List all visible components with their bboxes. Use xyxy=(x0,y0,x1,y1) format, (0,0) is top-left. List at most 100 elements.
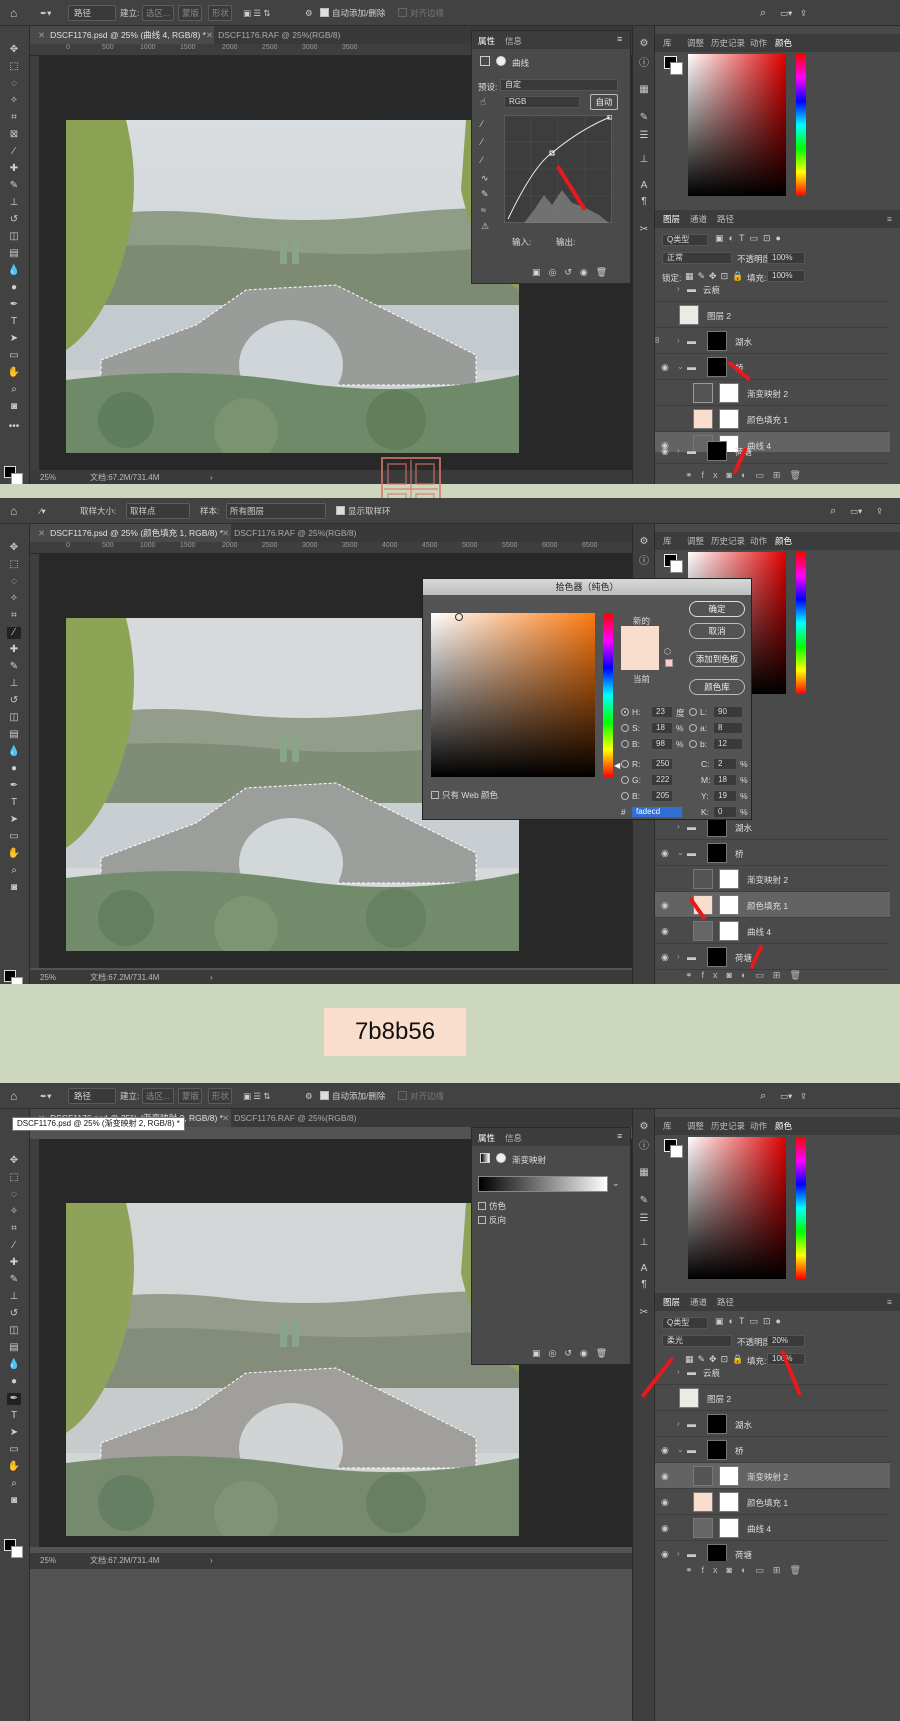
layer-row[interactable]: › ▬ 云痕 xyxy=(655,282,890,302)
blue-radio[interactable]: B: xyxy=(621,791,640,801)
close-icon[interactable]: ✕ xyxy=(222,1113,229,1123)
blur-tool-icon[interactable]: 💧 xyxy=(7,746,21,758)
path-select-icon[interactable]: ➤ xyxy=(7,1427,21,1439)
blur-tool-icon[interactable]: 💧 xyxy=(7,265,21,277)
chevron-right-icon[interactable]: › xyxy=(210,470,213,484)
tab-history[interactable]: 历史记录 xyxy=(711,1117,745,1135)
hand-adjust-icon[interactable]: ☝ xyxy=(480,97,486,108)
close-icon[interactable]: ✕ xyxy=(222,528,229,538)
tab-properties[interactable]: 属性 xyxy=(478,1132,495,1144)
eye-icon[interactable]: ◉ xyxy=(661,1523,669,1534)
brush-icon[interactable]: ✎ xyxy=(638,112,650,124)
brush-tool-icon[interactable]: ✎ xyxy=(7,180,21,192)
heal-tool-icon[interactable]: ✚ xyxy=(7,644,21,656)
hex-input[interactable]: fadecd xyxy=(631,806,683,818)
quickmask-icon[interactable]: ◙ xyxy=(7,401,21,413)
stamp-icon[interactable]: ⊥ xyxy=(638,154,650,166)
eyedropper-gray-icon[interactable]: ⁄ xyxy=(481,137,483,147)
tab-raf[interactable]: ✕ DSCF1176.RAF @ 25%(RGB/8) xyxy=(198,26,348,44)
make-mask-button[interactable]: 蒙版 xyxy=(182,1089,199,1103)
hue-strip[interactable] xyxy=(603,613,613,777)
eye-icon[interactable]: ◉ xyxy=(661,1445,669,1456)
layer-kind-filter[interactable]: Q类型 xyxy=(662,234,708,246)
layer-row[interactable]: ◉ 颜色填充 1 xyxy=(655,892,890,918)
close-icon[interactable]: ✕ xyxy=(206,30,213,40)
tab-adjustments[interactable]: 调整 xyxy=(687,532,704,550)
smooth-icon[interactable]: ≈ xyxy=(481,205,486,215)
tab-libraries[interactable]: 库 xyxy=(663,532,672,550)
dither-checkbox[interactable]: 仿色 xyxy=(478,1200,506,1212)
move-tool-icon[interactable]: ✥ xyxy=(7,1155,21,1167)
tab-paths[interactable]: 路径 xyxy=(717,210,734,228)
wand-tool-icon[interactable]: ✧ xyxy=(7,593,21,605)
color-field[interactable] xyxy=(688,54,786,196)
zoom-level[interactable]: 25% xyxy=(40,1553,56,1569)
background-swatch[interactable] xyxy=(670,1145,683,1158)
hue-pointer-icon[interactable]: ◀ xyxy=(614,761,620,770)
chevron-right-icon[interactable]: › xyxy=(210,1553,213,1569)
tab-history[interactable]: 历史记录 xyxy=(711,532,745,550)
tools-icon[interactable]: ✂ xyxy=(638,224,650,236)
search-icon[interactable]: ⌕ xyxy=(760,1089,766,1103)
cube-icon[interactable]: ⬡ xyxy=(664,647,671,656)
brightness-radio[interactable]: B: xyxy=(621,739,640,749)
hue-slider[interactable] xyxy=(796,1137,806,1279)
eraser-tool-icon[interactable]: ◫ xyxy=(7,1325,21,1337)
saturation-input[interactable]: 18 xyxy=(651,722,673,734)
lasso-tool-icon[interactable]: ◌ xyxy=(7,576,21,588)
type-tool-icon[interactable]: T xyxy=(7,1410,21,1422)
shape-tool-icon[interactable]: ▭ xyxy=(7,350,21,362)
sample-select[interactable]: 所有图层 xyxy=(230,504,264,518)
make-mask-button[interactable]: 蒙版 xyxy=(182,6,199,20)
paragraph-icon[interactable]: ¶ xyxy=(638,1279,650,1291)
tab-libraries[interactable]: 库 xyxy=(663,34,672,52)
properties-icon[interactable]: ⚙ xyxy=(638,536,650,548)
tab-info[interactable]: 信息 xyxy=(505,1132,522,1144)
search-icon[interactable]: ⌕ xyxy=(830,504,836,518)
web-safe-swatch[interactable] xyxy=(665,659,673,667)
tab-adjustments[interactable]: 调整 xyxy=(687,34,704,52)
tab-raf[interactable]: ✕ DSCF1176.RAF @ 25%(RGB/8) xyxy=(214,524,364,542)
background-color-swatch[interactable] xyxy=(11,1546,23,1558)
gear-icon[interactable]: ⚙ xyxy=(305,1089,313,1103)
blur-tool-icon[interactable]: 💧 xyxy=(7,1359,21,1371)
quickmask-icon[interactable]: ◙ xyxy=(7,882,21,894)
tab-actions[interactable]: 动作 xyxy=(750,1117,767,1135)
hand-tool-icon[interactable]: ✋ xyxy=(7,848,21,860)
path-ops-icon[interactable]: ▣ ☰ ⇅ xyxy=(243,6,271,20)
a-radio[interactable]: a: xyxy=(689,723,707,733)
layers-footer-icons[interactable]: ⚭fx◙◐▭⊞🗑 xyxy=(685,470,810,481)
info-icon[interactable]: ⓘ xyxy=(638,58,650,70)
type-tool-icon[interactable]: T xyxy=(7,316,21,328)
layers-footer-icons[interactable]: ⚭fx◙◐▭⊞🗑 xyxy=(685,1565,810,1576)
hue-slider[interactable] xyxy=(796,552,806,694)
auto-add-checkbox[interactable]: 自动添加/删除 xyxy=(320,6,385,20)
opacity-input[interactable]: 20% xyxy=(767,1335,805,1347)
l-radio[interactable]: L: xyxy=(689,707,707,717)
make-shape-button[interactable]: 形状 xyxy=(212,6,229,20)
background-swatch[interactable] xyxy=(670,62,683,75)
eye-icon[interactable]: ◉ xyxy=(661,900,669,911)
grid-icon[interactable]: ▦ xyxy=(638,1167,650,1179)
opacity-input[interactable]: 100% xyxy=(767,252,805,264)
chevron-down-icon[interactable]: ⌄ xyxy=(612,1178,620,1189)
tool-mode-select[interactable]: 路径 xyxy=(74,6,91,20)
hand-tool-icon[interactable]: ✋ xyxy=(7,1461,21,1473)
layer-row[interactable]: › ▬ 云痕 xyxy=(655,1365,890,1385)
sat-radio[interactable]: S: xyxy=(621,723,640,733)
fill-input[interactable]: 100% xyxy=(767,270,805,282)
eye-icon[interactable]: ◉ xyxy=(661,1497,669,1508)
layer-kind-filter[interactable]: Q类型 xyxy=(662,1317,708,1329)
magenta-input[interactable]: 18 xyxy=(713,774,737,786)
type-icon[interactable]: A xyxy=(638,1263,650,1275)
grid-icon[interactable]: ▦ xyxy=(638,84,650,96)
crop-tool-icon[interactable]: ⌗ xyxy=(7,610,21,622)
ok-button[interactable]: 确定 xyxy=(689,601,745,617)
gradient-bar[interactable] xyxy=(478,1176,608,1192)
layer-row[interactable]: › ▬ 8 湖水 xyxy=(655,328,890,354)
blue-input[interactable]: 205 xyxy=(651,790,673,802)
dodge-tool-icon[interactable]: ● xyxy=(7,763,21,775)
crop-tool-icon[interactable]: ⌗ xyxy=(7,112,21,124)
eye-icon[interactable]: ◉ xyxy=(661,848,669,859)
clipping-icon[interactable]: ⚠ xyxy=(481,221,489,232)
